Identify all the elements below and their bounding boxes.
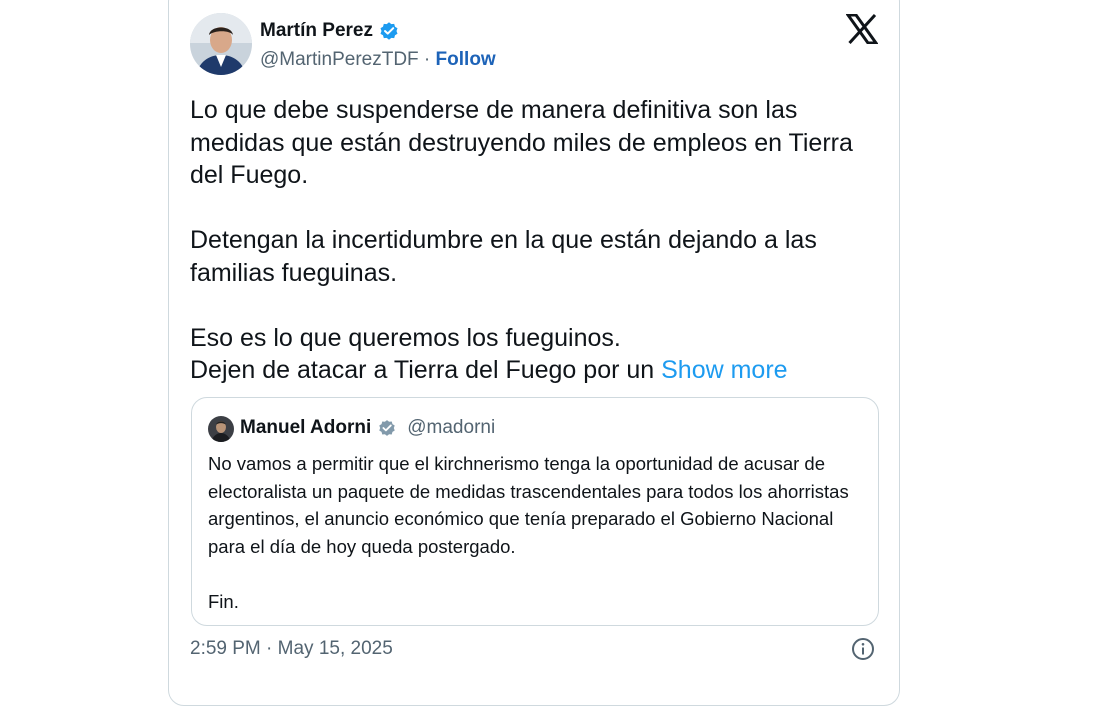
show-more-link[interactable]: Show more	[661, 356, 787, 384]
quoted-closing: Fin.	[208, 590, 239, 612]
tweet-paragraph: Eso es lo que queremos los fueguinos.	[190, 323, 621, 352]
tweet-text: Lo que debe suspenderse de manera defini…	[190, 94, 880, 387]
author-avatar[interactable]	[190, 13, 252, 75]
quoted-tweet-text: No vamos a permitir que el kirchnerismo …	[208, 450, 868, 615]
quoted-author-name: Manuel Adorni	[240, 417, 372, 438]
verified-badge-icon	[378, 20, 400, 42]
follow-button[interactable]: Follow	[436, 49, 496, 70]
tweet-paragraph: Lo que debe suspenderse de manera defini…	[190, 96, 853, 189]
quoted-author-avatar	[208, 416, 234, 442]
info-icon[interactable]	[851, 637, 875, 661]
quoted-tweet[interactable]: Manuel Adorni @madorni No vamos a permit…	[191, 397, 879, 626]
tweet-last-line: Dejen de atacar a Tierra del Fuego por u…	[190, 356, 662, 384]
author-name-row[interactable]: Martín Perez	[260, 20, 400, 42]
author-subline: @MartinPerezTDF · Follow	[260, 49, 496, 71]
quoted-author-handle: @madorni	[407, 417, 496, 438]
author-name[interactable]: Martín Perez	[260, 20, 373, 42]
tweet-paragraph-truncated: Dejen de atacar a Tierra del Fuego por u…	[190, 354, 880, 387]
x-logo-icon[interactable]	[845, 13, 879, 45]
quoted-paragraph: No vamos a permitir que el kirchnerismo …	[208, 453, 849, 557]
separator-dot: ·	[418, 49, 436, 70]
quoted-author-row: Manuel Adorni @madorni	[240, 417, 495, 439]
tweet-paragraph: Detengan la incertidumbre en la que está…	[190, 226, 817, 287]
author-handle[interactable]: @MartinPerezTDF	[260, 49, 419, 70]
tweet-timestamp[interactable]: 2:59 PM · May 15, 2025	[190, 638, 393, 660]
gray-verified-badge-icon	[377, 418, 397, 438]
